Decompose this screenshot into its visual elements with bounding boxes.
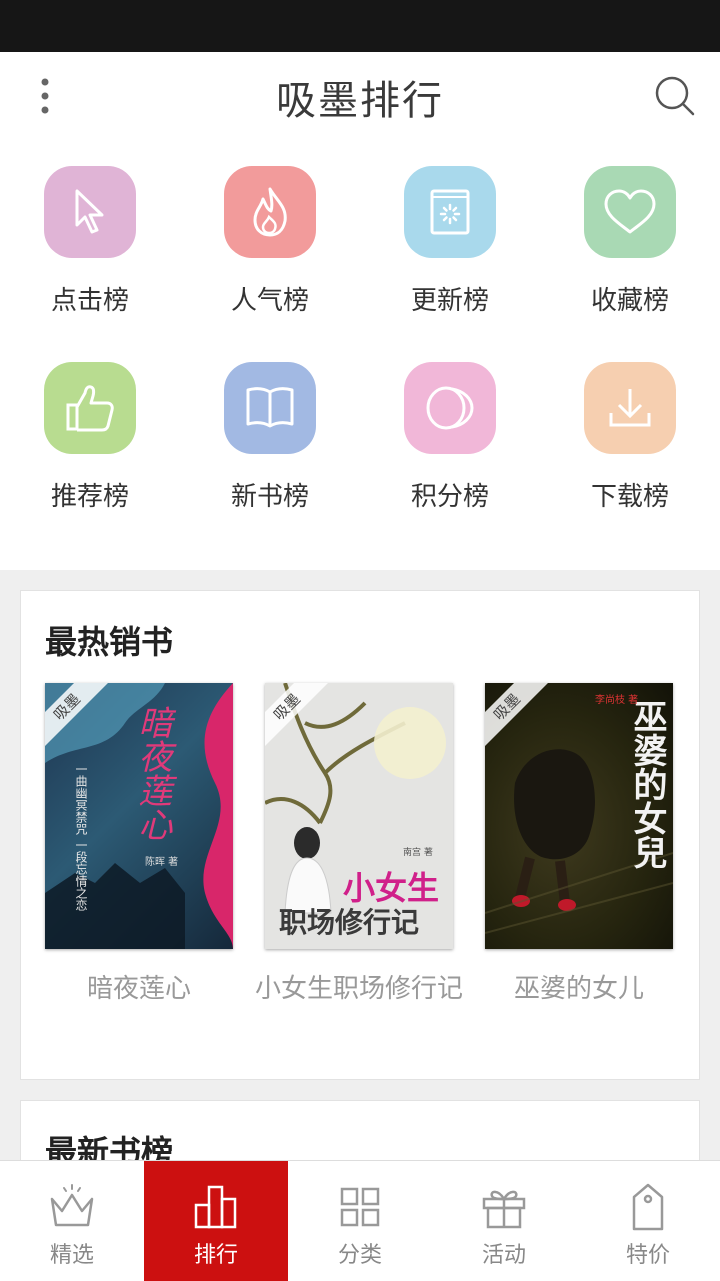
bottom-tab-bar: 精选 排行 分类 活动 特价 <box>0 1160 720 1281</box>
rank-label: 点击榜 <box>50 286 129 316</box>
coins-icon <box>426 386 474 430</box>
rank-new-books[interactable]: 新书榜 <box>180 336 360 532</box>
cover-author: 李尚枝 著 <box>595 695 639 706</box>
book-title: 巫婆的女儿 <box>513 974 644 1004</box>
hot-books-section: 最热销书 暗夜莲心 一曲幽冥禁咒 一段忘情之恋 陈晖 著 吸墨 暗夜莲心 小女生 <box>20 590 700 1080</box>
cover-title: 暗夜莲心 <box>132 705 172 841</box>
tab-category[interactable]: 分类 <box>288 1161 432 1281</box>
download-icon <box>609 389 651 427</box>
section-title: 最热销书 <box>45 623 174 661</box>
search-button[interactable] <box>652 72 698 120</box>
rank-label: 新书榜 <box>230 482 309 512</box>
tab-label: 分类 <box>337 1243 382 1268</box>
cover-subtitle: 一曲幽冥禁咒 一段忘情之恋 <box>74 763 88 911</box>
rank-update[interactable]: 更新榜 <box>360 140 540 336</box>
search-icon <box>655 76 695 116</box>
cover-title: 巫婆的女兒 <box>627 699 667 869</box>
tab-ranking[interactable]: 排行 <box>144 1161 288 1281</box>
app-header: 吸墨排行 <box>0 52 720 140</box>
rank-label: 积分榜 <box>410 482 489 512</box>
tab-label: 活动 <box>481 1243 526 1268</box>
status-bar <box>0 0 720 52</box>
heart-icon <box>604 189 656 234</box>
rank-click[interactable]: 点击榜 <box>0 140 180 336</box>
tab-label: 特价 <box>625 1243 670 1268</box>
rank-icon-bg <box>224 166 316 258</box>
rank-label: 下载榜 <box>590 482 669 512</box>
rank-label: 推荐榜 <box>50 482 129 512</box>
gift-icon <box>482 1190 526 1229</box>
rank-label: 收藏榜 <box>590 286 669 316</box>
rank-icon-bg <box>584 362 676 454</box>
refresh-book-icon <box>430 189 470 235</box>
rank-label: 更新榜 <box>410 286 489 316</box>
price-tag-icon <box>632 1183 664 1231</box>
rank-label: 人气榜 <box>230 286 309 316</box>
book-cover: 小女生 职场修行记 南宫 著 吸墨 <box>265 683 453 949</box>
rank-points[interactable]: 积分榜 <box>360 336 540 532</box>
rank-favorites[interactable]: 收藏榜 <box>540 140 720 336</box>
crown-icon <box>50 1184 94 1227</box>
rank-category-grid: 点击榜 人气榜 更新榜 收藏榜 推荐榜 新书榜 积分榜 下载榜 <box>0 140 720 570</box>
book-title: 暗夜莲心 <box>86 974 191 1004</box>
flame-icon <box>253 187 287 237</box>
tab-discount[interactable]: 特价 <box>576 1161 720 1281</box>
book-cover: 暗夜莲心 一曲幽冥禁咒 一段忘情之恋 陈晖 著 吸墨 <box>45 683 233 949</box>
rank-downloads[interactable]: 下载榜 <box>540 336 720 532</box>
book-title: 小女生职场修行记 <box>254 974 463 1004</box>
rank-icon-bg <box>404 362 496 454</box>
tab-activity[interactable]: 活动 <box>432 1161 576 1281</box>
tab-featured[interactable]: 精选 <box>0 1161 144 1281</box>
open-book-icon <box>246 387 294 428</box>
cover-author: 陈晖 著 <box>145 857 179 868</box>
rank-icon-bg <box>224 362 316 454</box>
rank-icon-bg <box>404 166 496 258</box>
bar-chart-icon <box>194 1185 237 1229</box>
tab-label: 排行 <box>193 1243 238 1268</box>
rank-popularity[interactable]: 人气榜 <box>180 140 360 336</box>
thumbs-up-icon <box>66 385 114 432</box>
rank-icon-bg <box>44 166 136 258</box>
grid-icon <box>340 1187 380 1227</box>
book-cover: 巫婆的女兒 李尚枝 著 吸墨 <box>485 683 673 949</box>
page-title: 吸墨排行 <box>276 78 444 124</box>
rank-icon-bg <box>584 166 676 258</box>
cursor-icon <box>75 189 104 234</box>
rank-icon-bg <box>44 362 136 454</box>
cover-title-sub: 职场修行记 <box>279 906 420 939</box>
tab-label: 精选 <box>49 1243 94 1268</box>
rank-recommend[interactable]: 推荐榜 <box>0 336 180 532</box>
cover-author: 南宫 著 <box>403 848 433 858</box>
